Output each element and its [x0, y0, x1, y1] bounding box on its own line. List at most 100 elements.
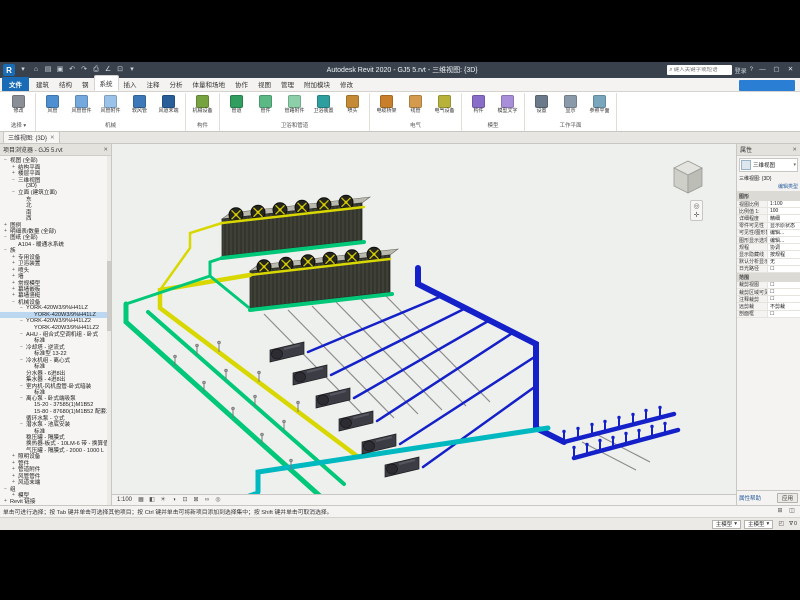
tree-expand-icon[interactable]: + — [11, 286, 16, 292]
tree-expand-icon[interactable]: − — [3, 486, 8, 492]
ribbon-button[interactable]: 风管附件 — [97, 95, 124, 115]
home-icon[interactable]: ⌂ — [31, 65, 41, 75]
tree-expand-icon[interactable]: + — [11, 453, 16, 459]
qat-customize-icon[interactable]: ▾ — [127, 65, 137, 75]
ribbon-button[interactable]: 风道末端 — [155, 95, 182, 115]
project-browser-header[interactable]: 项目浏览器 - GJ5 5.rvt ✕ — [0, 144, 111, 156]
plugin-tab-button[interactable] — [739, 80, 795, 91]
ribbon-panel-label[interactable]: 工作平面 — [528, 121, 613, 131]
ribbon-panel-label[interactable]: 电气 — [373, 121, 458, 131]
tree-item[interactable]: + Revit 链接 — [0, 498, 111, 504]
save-icon[interactable]: ▣ — [55, 65, 65, 75]
ribbon-button[interactable]: 风管 — [39, 95, 66, 115]
property-value[interactable]: 显示原状态 — [768, 223, 800, 229]
ribbon-panel-label[interactable]: 机械 — [39, 121, 182, 131]
ribbon-button[interactable]: 管路附件 — [281, 95, 308, 115]
property-value[interactable]: 协调 — [768, 244, 800, 250]
tree-expand-icon[interactable]: + — [11, 460, 16, 466]
visual-style-icon[interactable]: ◧ — [147, 496, 157, 505]
scale-button[interactable]: 1:100 — [114, 497, 135, 503]
ribbon-tab[interactable]: 视图 — [253, 77, 276, 91]
selection-filter[interactable]: ∇ 0 — [789, 521, 797, 527]
properties-header[interactable]: 属性 ✕ — [737, 144, 800, 156]
tree-expand-icon[interactable]: + — [11, 267, 16, 273]
tree-expand-icon[interactable]: + — [3, 228, 8, 234]
tree-expand-icon[interactable]: + — [11, 254, 16, 260]
tree-expand-icon[interactable]: − — [11, 177, 16, 183]
ribbon-tab[interactable]: 修改 — [335, 77, 358, 91]
property-value[interactable]: ☐ — [768, 311, 800, 317]
ribbon-button[interactable]: 管道 — [223, 95, 250, 115]
ribbon-button[interactable]: 风管管件 — [68, 95, 95, 115]
minimize-button[interactable]: — — [756, 64, 769, 76]
property-value[interactable]: ☐ — [768, 266, 800, 272]
property-value[interactable]: 无 — [768, 259, 800, 265]
close-icon[interactable]: ✕ — [103, 147, 108, 153]
ribbon-tab[interactable]: 建筑 — [31, 77, 54, 91]
model-3d-view[interactable] — [112, 144, 736, 494]
ribbon-button[interactable]: 设置 — [528, 95, 555, 115]
tree-expand-icon[interactable]: + — [11, 164, 16, 170]
ribbon-panel-label[interactable]: 模型 — [465, 121, 521, 131]
pan-icon[interactable]: ✛ — [694, 211, 700, 219]
valve-stubs[interactable] — [174, 341, 300, 470]
tree-expand-icon[interactable]: + — [11, 280, 16, 286]
ribbon-button[interactable]: 电缆桥架 — [373, 95, 400, 115]
default-3d-view-icon[interactable]: ⊡ — [115, 65, 125, 75]
property-value[interactable]: ☐ — [768, 289, 800, 295]
restore-button[interactable]: ▢ — [770, 64, 783, 76]
scrollbar[interactable] — [107, 156, 111, 505]
ribbon-tab[interactable]: 系统 — [94, 75, 119, 91]
design-option-selector[interactable]: 主模型 ▾ — [744, 520, 773, 529]
property-value[interactable]: ☐ — [768, 282, 800, 288]
ribbon-button[interactable]: 修改 — [5, 95, 32, 115]
tree-expand-icon[interactable]: − — [19, 383, 24, 389]
view-tab-close-icon[interactable]: ✕ — [50, 135, 55, 141]
type-selector[interactable]: 三维视图 ▾ — [739, 158, 798, 172]
tree-expand-icon[interactable]: − — [19, 318, 24, 324]
sun-path-icon[interactable]: ☀ — [158, 496, 168, 505]
tree-expand-icon[interactable]: − — [19, 395, 24, 401]
blue-manifold-stubs[interactable] — [562, 406, 666, 458]
ribbon-button[interactable]: 电气设备 — [431, 95, 458, 115]
tree-expand-icon[interactable]: + — [11, 260, 16, 266]
print-icon[interactable]: ⎙ — [91, 65, 101, 75]
ribbon-tab[interactable]: 管理 — [276, 77, 299, 91]
ribbon-tab[interactable]: 体量和场地 — [188, 77, 231, 91]
property-value[interactable]: 编辑... — [768, 237, 800, 243]
workset-selector[interactable]: 主模型 ▾ — [712, 520, 741, 529]
ribbon-button[interactable]: 喷头 — [339, 95, 366, 115]
ribbon-panel-label[interactable]: 构件 — [189, 121, 216, 131]
background-processes-icon[interactable]: ⊞ — [775, 507, 785, 516]
ribbon-tab[interactable]: 注释 — [142, 77, 165, 91]
search-input[interactable] — [674, 67, 730, 73]
ribbon-button[interactable]: 线管 — [402, 95, 429, 115]
editable-only-toggle[interactable]: ◰ — [776, 520, 786, 529]
shadows-icon[interactable]: ◑ — [169, 496, 179, 505]
ribbon-button[interactable]: 管件 — [252, 95, 279, 115]
temporary-hide-isolate-icon[interactable]: ∞ — [202, 496, 212, 505]
app-menu-caret-icon[interactable]: ▾ — [18, 65, 28, 75]
properties-help-link[interactable]: 属性帮助 — [739, 494, 761, 502]
tree-expand-icon[interactable]: − — [19, 331, 24, 337]
ribbon-tab[interactable]: 插入 — [119, 77, 142, 91]
ribbon-panel-label[interactable]: 卫浴和管道 — [223, 121, 366, 131]
property-value[interactable]: 1:100 — [768, 201, 800, 207]
ribbon-button[interactable]: 机械设备 — [189, 95, 216, 115]
detail-level-icon[interactable]: ▦ — [136, 496, 146, 505]
property-row[interactable]: 日光路径 ☐ — [737, 266, 800, 273]
tree-expand-icon[interactable]: + — [11, 170, 16, 176]
tree-expand-icon[interactable]: − — [19, 357, 24, 363]
login-button[interactable]: 登录 — [735, 66, 747, 75]
ribbon-tab[interactable]: 钢 — [77, 77, 94, 91]
property-value[interactable]: 精细 — [768, 215, 800, 221]
viewcube[interactable] — [664, 152, 710, 198]
tree-expand-icon[interactable]: − — [11, 189, 16, 195]
ribbon-tab[interactable]: 结构 — [54, 77, 77, 91]
tree-expand-icon[interactable]: − — [19, 421, 24, 427]
tree-expand-icon[interactable]: − — [19, 344, 24, 350]
open-file-icon[interactable]: ▤ — [43, 65, 53, 75]
undo-icon[interactable]: ↶ — [67, 65, 77, 75]
redo-icon[interactable]: ↷ — [79, 65, 89, 75]
property-value[interactable]: 100 — [768, 208, 800, 214]
